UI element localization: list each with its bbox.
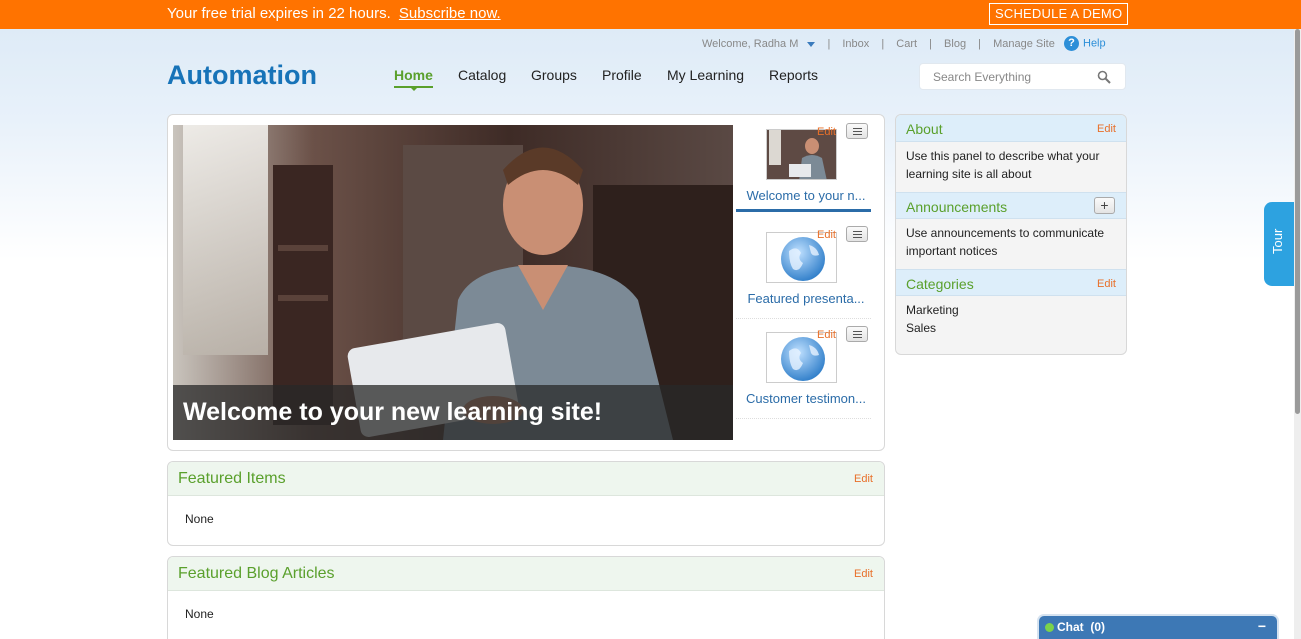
blog-link[interactable]: Blog [944,38,966,50]
categories-header: Categories Edit [896,269,1126,296]
panel-content: None [185,607,214,621]
separator: | [881,38,885,50]
menu-icon[interactable] [846,326,868,342]
thumbnail-title[interactable]: Welcome to your n... [738,188,874,203]
hero-thumbnail-1[interactable]: Edit Welcome to your n... [736,123,874,223]
welcome-user-menu[interactable]: Welcome, Radha M [702,38,816,50]
search-box [919,63,1126,90]
edit-link[interactable]: Edit [1097,123,1116,135]
schedule-demo-button[interactable]: SCHEDULE A DEMO [989,3,1129,25]
categories-title: Categories [906,276,974,292]
scrollbar-thumb[interactable] [1295,29,1300,414]
chat-title: Chat [1057,620,1084,634]
nav-my-learning[interactable]: My Learning [667,67,744,83]
panel-title: Featured Blog Articles [178,565,335,582]
announcements-text: Use announcements to communicate importa… [906,226,1105,258]
categories-list: Marketing Sales [906,301,1118,337]
inbox-link[interactable]: Inbox [842,38,869,50]
category-item[interactable]: Marketing [906,301,1118,319]
site-logo[interactable]: Automation [167,60,317,91]
active-nav-indicator [410,87,418,91]
search-icon[interactable] [1097,70,1111,84]
panel-title: Featured Items [178,470,286,487]
trial-message: Your free trial expires in 22 hours. Sub… [167,5,501,22]
about-header: About Edit [896,115,1126,142]
category-item[interactable]: Sales [906,319,1118,337]
divider [736,318,871,319]
edit-link[interactable]: Edit [817,126,836,138]
hero-thumbnail-2[interactable]: Edit Featured presenta... [736,226,874,326]
tour-button[interactable]: Tour [1264,202,1294,286]
edit-link[interactable]: Edit [854,473,873,485]
utility-nav: Welcome, Radha M | Inbox | Cart | Blog |… [702,38,1055,50]
edit-link[interactable]: Edit [854,568,873,580]
chat-widget[interactable]: Chat (0) − [1037,614,1279,639]
subscribe-link[interactable]: Subscribe now. [399,5,501,22]
about-title: About [906,121,943,137]
edit-link[interactable]: Edit [817,329,836,341]
trial-banner: Your free trial expires in 22 hours. Sub… [0,0,1301,29]
panel-header: Featured Items Edit [168,462,884,496]
chevron-down-icon[interactable] [807,41,816,47]
edit-link[interactable]: Edit [817,229,836,241]
announcements-header: Announcements + [896,192,1126,219]
separator: | [827,38,831,50]
hero-carousel: Welcome to your new learning site! Edit … [167,114,885,451]
separator: | [929,38,932,50]
nav-catalog[interactable]: Catalog [458,67,506,83]
panel-content: None [185,512,214,526]
menu-icon[interactable] [846,226,868,242]
separator: | [978,38,981,50]
hero-caption: Welcome to your new learning site! [173,385,733,440]
help-label: Help [1083,37,1106,50]
thumbnail-title[interactable]: Customer testimon... [738,391,874,406]
edit-link[interactable]: Edit [1097,278,1116,290]
minimize-icon[interactable]: − [1258,618,1266,634]
online-status-icon [1045,623,1054,632]
announcements-title: Announcements [906,199,1008,215]
panel-body: None [168,496,884,545]
about-text: Use this panel to describe what your lea… [906,149,1100,181]
help-icon: ? [1064,36,1079,51]
divider [736,418,871,419]
chat-label: Chat (0) [1057,620,1105,634]
thumbnail-title[interactable]: Featured presenta... [738,291,874,306]
panel-body: None [168,591,884,639]
nav-reports[interactable]: Reports [769,67,818,83]
tour-label: Tour [1270,228,1285,254]
page-scrollbar[interactable] [1294,29,1301,639]
help-link[interactable]: ? Help [1064,36,1106,51]
nav-home[interactable]: Home [394,67,433,83]
cart-link[interactable]: Cart [896,38,917,50]
welcome-text: Welcome, Radha M [702,38,799,50]
plus-icon[interactable]: + [1094,197,1115,214]
featured-items-panel: Featured Items Edit None [167,461,885,546]
trial-message-text: Your free trial expires in 22 hours. [167,5,391,22]
nav-profile[interactable]: Profile [602,67,642,83]
chat-count: (0) [1090,620,1106,634]
manage-site-link[interactable]: Manage Site [993,38,1055,50]
search-input[interactable] [933,70,1093,84]
nav-groups[interactable]: Groups [531,67,577,83]
sidebar: About Edit Use this panel to describe wh… [895,114,1127,355]
selected-indicator [736,209,871,212]
menu-icon[interactable] [846,123,868,139]
featured-blog-panel: Featured Blog Articles Edit None [167,556,885,639]
hero-image[interactable]: Welcome to your new learning site! [173,125,733,440]
hero-thumbnail-3[interactable]: Edit Customer testimon... [736,326,874,426]
panel-header: Featured Blog Articles Edit [168,557,884,591]
